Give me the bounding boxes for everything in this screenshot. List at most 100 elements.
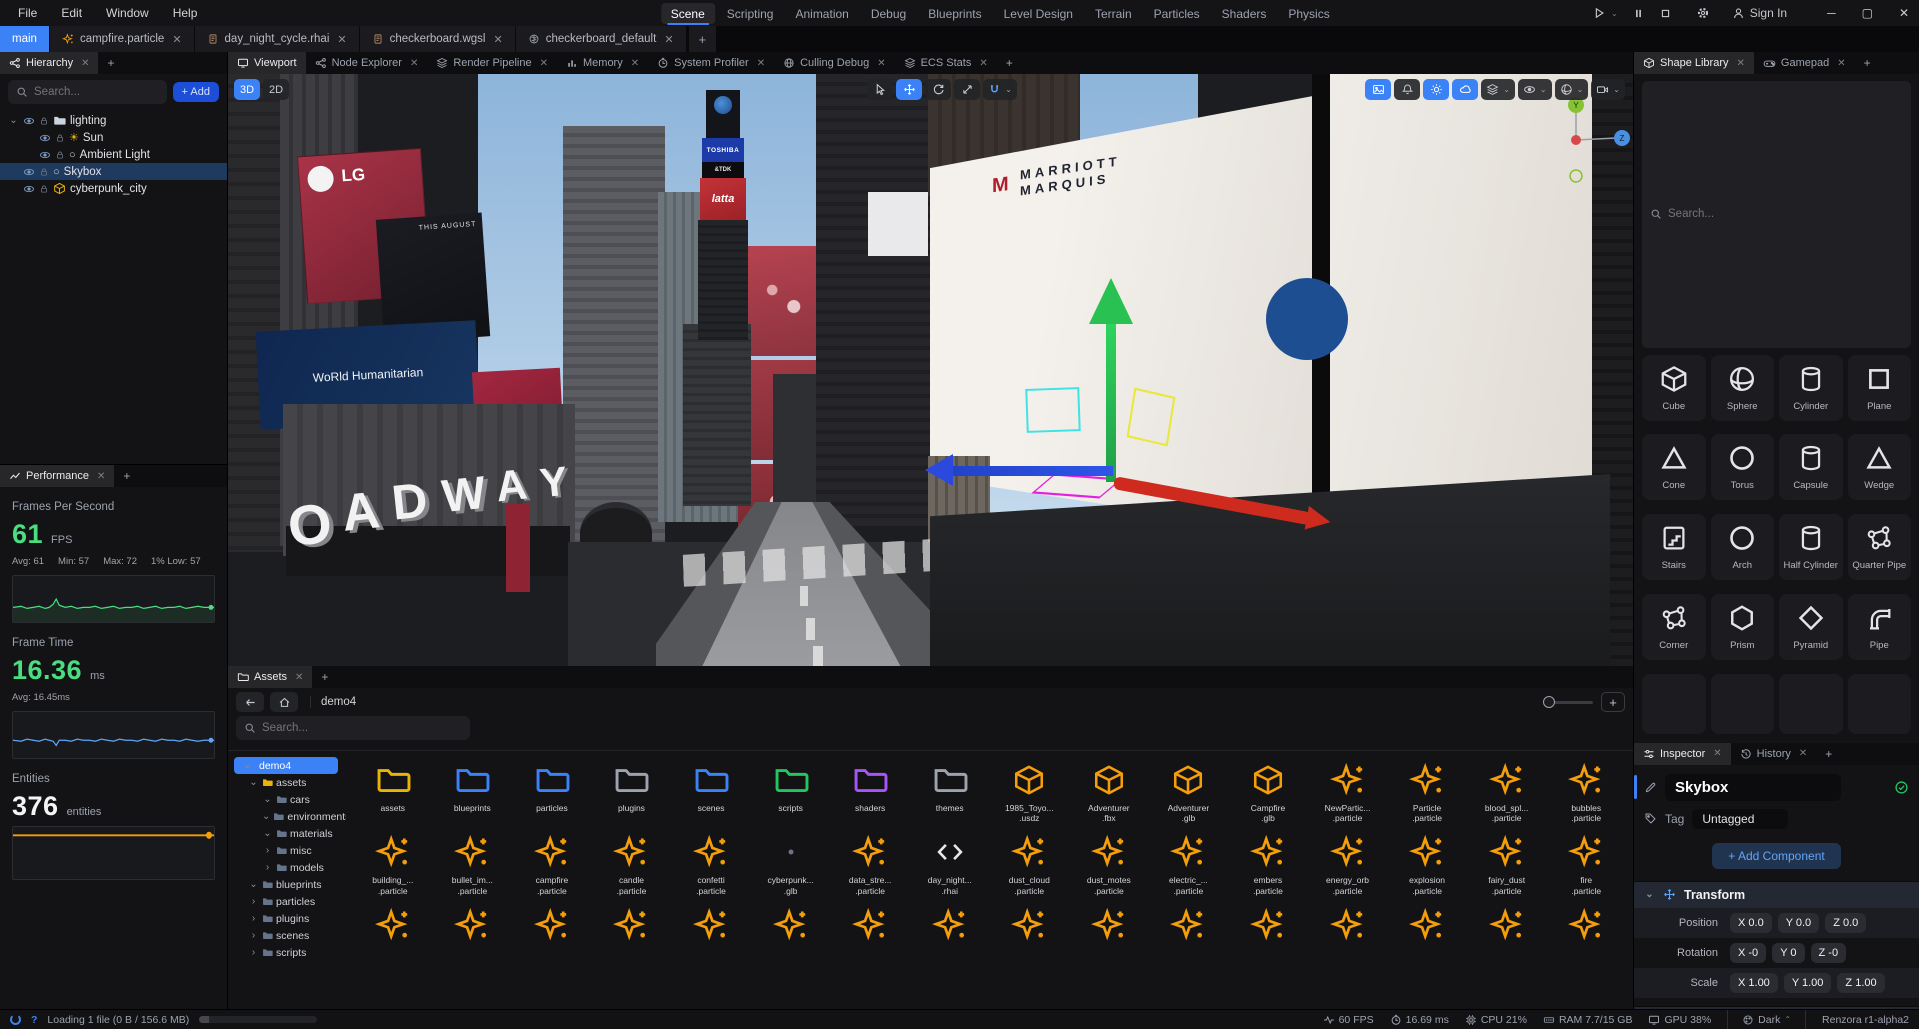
asset-tile[interactable]: Particle .particle — [1388, 757, 1466, 823]
asset-tile[interactable] — [513, 902, 591, 948]
settings-gear-icon[interactable] — [1696, 6, 1710, 20]
tag-value-field[interactable]: Untagged — [1692, 809, 1788, 829]
asset-tile[interactable] — [593, 902, 671, 948]
asset-tile[interactable]: blood_spl... .particle — [1468, 757, 1546, 823]
shape-capsule[interactable]: Capsule — [1779, 434, 1843, 500]
folder-tree-row[interactable]: ⌄ environments — [234, 808, 346, 825]
home-button[interactable] — [270, 692, 298, 712]
menu-physics[interactable]: Physics — [1278, 3, 1339, 24]
render-mode-button[interactable] — [1365, 79, 1391, 100]
scale-y-field[interactable]: Y 1.00 — [1784, 973, 1832, 993]
tab-culling-debug[interactable]: Culling Debug✕ — [774, 52, 895, 74]
back-button[interactable] — [236, 692, 264, 712]
chevron-icon[interactable]: ⌄ — [262, 794, 273, 805]
chevron-icon[interactable]: ⌄ — [262, 811, 270, 822]
asset-tile[interactable]: dust_cloud .particle — [991, 829, 1069, 895]
folder-tree-row[interactable]: › particles — [234, 893, 346, 910]
close-icon[interactable]: ✕ — [410, 58, 418, 69]
chevron-icon[interactable]: › — [248, 947, 259, 958]
tab-history[interactable]: History✕ — [1731, 743, 1817, 765]
close-icon[interactable]: ✕ — [664, 33, 673, 46]
shape-half-cylinder[interactable]: Half Cylinder — [1779, 514, 1843, 580]
asset-tile[interactable]: 1985_Toyo... .usdz — [991, 757, 1069, 823]
rotation-x-field[interactable]: X -0 — [1730, 943, 1766, 963]
hierarchy-search-input[interactable] — [34, 86, 159, 98]
visibility-eye-icon[interactable] — [39, 132, 51, 144]
layers-menu-button[interactable]: ⌄ — [1481, 79, 1515, 100]
lock-icon[interactable] — [39, 184, 49, 194]
close-icon[interactable]: ✕ — [1799, 748, 1807, 759]
tab-node-explorer[interactable]: Node Explorer✕ — [306, 52, 428, 74]
asset-tile[interactable]: scenes — [672, 757, 750, 823]
tab-ecs-stats[interactable]: ECS Stats✕ — [895, 52, 997, 74]
gizmo-menu-button[interactable]: ⌄ — [1555, 79, 1589, 100]
shape-cell-partial[interactable] — [1642, 674, 1706, 734]
collapse-chevron-icon[interactable]: ⌄ — [1644, 889, 1655, 900]
thumbnail-size-slider[interactable] — [1549, 701, 1593, 704]
lock-icon[interactable] — [55, 150, 65, 160]
transform-section-header[interactable]: ⌄ Transform — [1634, 881, 1919, 908]
close-icon[interactable]: ✕ — [1737, 58, 1745, 69]
shape-cylinder[interactable]: Cylinder — [1779, 355, 1843, 421]
menu-help[interactable]: Help — [163, 3, 208, 23]
shape-cube[interactable]: Cube — [1642, 355, 1706, 421]
folder-tree-row[interactable]: › misc — [234, 842, 346, 859]
scale-x-field[interactable]: X 1.00 — [1730, 973, 1778, 993]
asset-tile[interactable]: fairy_dust .particle — [1468, 829, 1546, 895]
visibility-eye-icon[interactable] — [39, 149, 51, 161]
rotation-z-field[interactable]: Z -0 — [1811, 943, 1847, 963]
asset-tile[interactable]: day_night... .rhai — [911, 829, 989, 895]
asset-tile[interactable]: building_... .particle — [354, 829, 432, 895]
shape-cell-partial[interactable] — [1711, 674, 1775, 734]
menu-shaders[interactable]: Shaders — [1212, 3, 1277, 24]
move-tool-button[interactable] — [896, 79, 922, 100]
tab-hierarchy[interactable]: Hierarchy✕ — [0, 52, 98, 74]
close-icon[interactable]: ✕ — [172, 33, 181, 46]
shape-corner[interactable]: Corner — [1642, 594, 1706, 660]
shape-prism[interactable]: Prism — [1711, 594, 1775, 660]
shape-pyramid[interactable]: Pyramid — [1779, 594, 1843, 660]
tab-render-pipeline[interactable]: Render Pipeline✕ — [427, 52, 557, 74]
tab-performance[interactable]: Performance✕ — [0, 465, 114, 487]
tab-system-profiler[interactable]: System Profiler✕ — [648, 52, 774, 74]
position-x-field[interactable]: X 0.0 — [1730, 913, 1772, 933]
shape-quarter-pipe[interactable]: Quarter Pipe — [1848, 514, 1912, 580]
shape-pipe[interactable]: Pipe — [1848, 594, 1912, 660]
chevron-icon[interactable]: › — [248, 930, 259, 941]
asset-tile[interactable]: scripts — [752, 757, 830, 823]
tab-campfire-particle[interactable]: campfire.particle✕ — [50, 26, 195, 52]
close-icon[interactable]: ✕ — [631, 58, 639, 69]
folder-tree-row[interactable]: ⌄ blueprints — [234, 876, 346, 893]
position-z-field[interactable]: Z 0.0 — [1825, 913, 1866, 933]
asset-tile[interactable]: explosion .particle — [1388, 829, 1466, 895]
shape-plane[interactable]: Plane — [1848, 355, 1912, 421]
add-entity-button[interactable]: + Add — [173, 82, 219, 102]
visibility-eye-icon[interactable] — [23, 166, 35, 178]
folder-tree-row[interactable]: ⌄ cars — [234, 791, 346, 808]
menu-edit[interactable]: Edit — [51, 3, 92, 23]
menu-level-design[interactable]: Level Design — [994, 3, 1083, 24]
orientation-gizmo[interactable]: Y Z — [1544, 92, 1633, 192]
shape-cell-partial[interactable] — [1779, 674, 1843, 734]
gizmo-axis-y[interactable] — [1106, 320, 1116, 482]
menu-particles[interactable]: Particles — [1144, 3, 1210, 24]
close-icon[interactable]: ✕ — [81, 58, 89, 69]
asset-tile[interactable] — [911, 902, 989, 948]
asset-tile[interactable]: fire .particle — [1547, 829, 1625, 895]
asset-tile[interactable] — [1229, 902, 1307, 948]
close-icon[interactable]: ✕ — [1713, 748, 1721, 759]
tab-gamepad[interactable]: Gamepad✕ — [1754, 52, 1855, 74]
folder-tree-row[interactable]: ⌄ materials — [234, 825, 346, 842]
add-panel-button[interactable]: + — [1855, 52, 1880, 74]
play-button[interactable]: ⌄ — [1592, 6, 1618, 20]
lock-icon[interactable] — [55, 133, 65, 143]
stop-button[interactable] — [1659, 7, 1672, 20]
close-icon[interactable]: ✕ — [540, 58, 548, 69]
chevron-icon[interactable]: › — [262, 845, 273, 856]
viewport-canvas[interactable]: LG THIS AUGUST WoRld Humanitarian O A D … — [228, 74, 1633, 666]
asset-tile[interactable]: dust_motes .particle — [1070, 829, 1148, 895]
folder-tree-row[interactable]: ⌄ assets — [234, 774, 346, 791]
window-close-button[interactable]: ✕ — [1899, 6, 1909, 20]
asset-tile[interactable] — [1309, 902, 1387, 948]
shape-stairs[interactable]: Stairs — [1642, 514, 1706, 580]
